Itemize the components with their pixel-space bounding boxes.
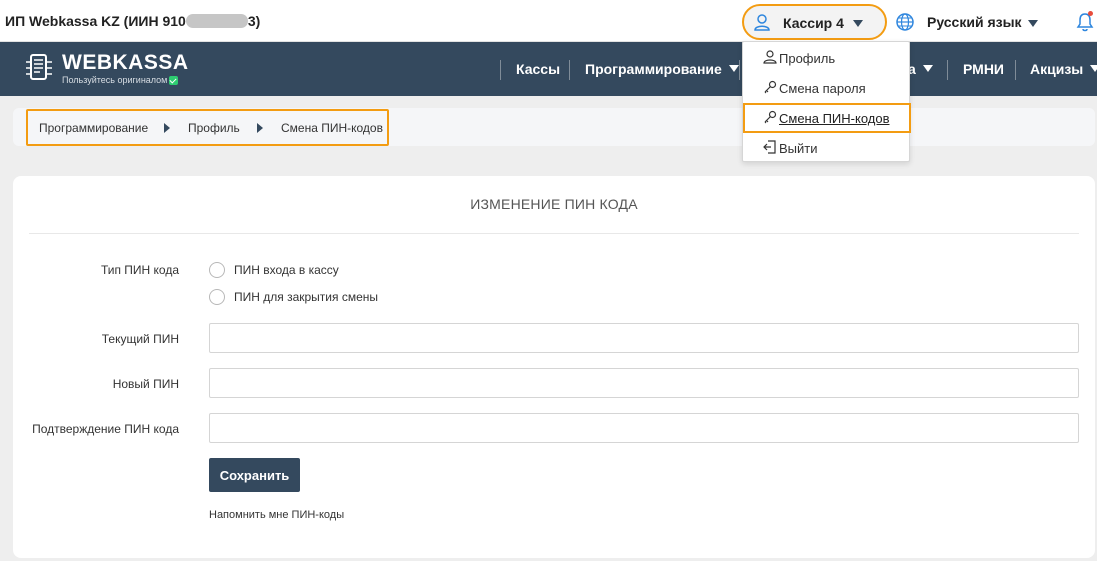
redacted-iin [185, 14, 248, 29]
nav-item-rmni[interactable]: РМНИ [963, 42, 1004, 96]
menu-item-profile[interactable]: Профиль [743, 43, 911, 73]
main-navbar: WEBKASSA Пользуйтесь оригиналом Кассы Пр… [0, 42, 1097, 96]
user-name: Кассир 4 [783, 15, 844, 31]
radio-pin-close-shift[interactable] [209, 289, 225, 305]
company-name: ИП Webkassa KZ (ИИН 910 3) [5, 13, 260, 29]
chevron-down-icon [1090, 65, 1097, 73]
key-icon [764, 80, 777, 94]
nav-separator [500, 60, 501, 80]
remind-pin-link[interactable]: Напомнить мне ПИН-коды [209, 509, 344, 521]
chevron-down-icon [728, 65, 739, 73]
company-name-suffix: 3) [247, 13, 261, 29]
chevron-down-icon [853, 20, 863, 27]
logo-icon [26, 54, 52, 80]
radio-pin-close-shift-label[interactable]: ПИН для закрытия смены [234, 290, 378, 304]
nav-item-hidden-menu[interactable]: а [908, 42, 933, 96]
pin-type-label: Тип ПИН кода [100, 263, 179, 277]
new-pin-label: Новый ПИН [112, 377, 179, 391]
breadcrumb-item-programming[interactable]: Программирование [39, 121, 148, 135]
language-label: Русский язык [927, 14, 1022, 30]
nav-item-excise[interactable]: Акцизы [1030, 42, 1097, 96]
top-bar: ИП Webkassa KZ (ИИН 910 3) Кассир 4 Русск… [0, 0, 1097, 42]
breadcrumb [13, 108, 1095, 146]
radio-pin-login-label[interactable]: ПИН входа в кассу [234, 263, 339, 277]
menu-item-logout[interactable]: Выйти [743, 133, 911, 163]
current-pin-input[interactable] [209, 323, 1079, 353]
breadcrumb-item-change-pin: Смена ПИН-кодов [281, 121, 383, 135]
globe-icon [896, 13, 914, 31]
logo-name: WEBKASSA [62, 51, 189, 74]
company-name-prefix: ИП Webkassa KZ (ИИН 910 [5, 13, 186, 29]
nav-item-programming[interactable]: Программирование [585, 42, 739, 96]
nav-separator [1015, 60, 1016, 80]
confirm-pin-input[interactable] [209, 413, 1079, 443]
notification-badge [1088, 11, 1093, 16]
notifications-button[interactable] [1076, 11, 1094, 32]
nav-item-kassy[interactable]: Кассы [516, 42, 560, 96]
user-menu-button[interactable]: Кассир 4 [742, 4, 887, 40]
menu-item-change-pin[interactable]: Смена ПИН-кодов [743, 103, 911, 133]
breadcrumb-item-profile[interactable]: Профиль [188, 121, 240, 135]
key-icon [764, 110, 777, 124]
nav-separator [947, 60, 948, 80]
menu-item-change-password[interactable]: Смена пароля [743, 73, 911, 103]
logout-icon [763, 140, 776, 154]
language-selector[interactable]: Русский язык [896, 13, 1046, 33]
verified-check-icon [169, 76, 179, 86]
save-button[interactable]: Сохранить [209, 458, 300, 492]
divider [29, 233, 1079, 234]
chevron-down-icon [1028, 20, 1038, 27]
breadcrumb-arrow-icon [164, 123, 170, 133]
radio-pin-login[interactable] [209, 262, 225, 278]
nav-separator [739, 60, 740, 80]
user-icon [754, 14, 770, 31]
form-title: ИЗМЕНЕНИЕ ПИН КОДА [470, 196, 638, 212]
new-pin-input[interactable] [209, 368, 1079, 398]
breadcrumb-arrow-icon [257, 123, 263, 133]
logo[interactable]: WEBKASSA Пользуйтесь оригиналом [24, 51, 204, 88]
confirm-pin-label: Подтверждение ПИН кода [32, 422, 179, 436]
user-icon [763, 50, 777, 64]
current-pin-label: Текущий ПИН [101, 332, 179, 346]
logo-tagline: Пользуйтесь оригиналом [62, 75, 179, 86]
chevron-down-icon [922, 65, 933, 73]
user-dropdown-menu: Профиль Смена пароля Смена ПИН-кодов Вый… [742, 41, 911, 163]
nav-separator [569, 60, 570, 80]
